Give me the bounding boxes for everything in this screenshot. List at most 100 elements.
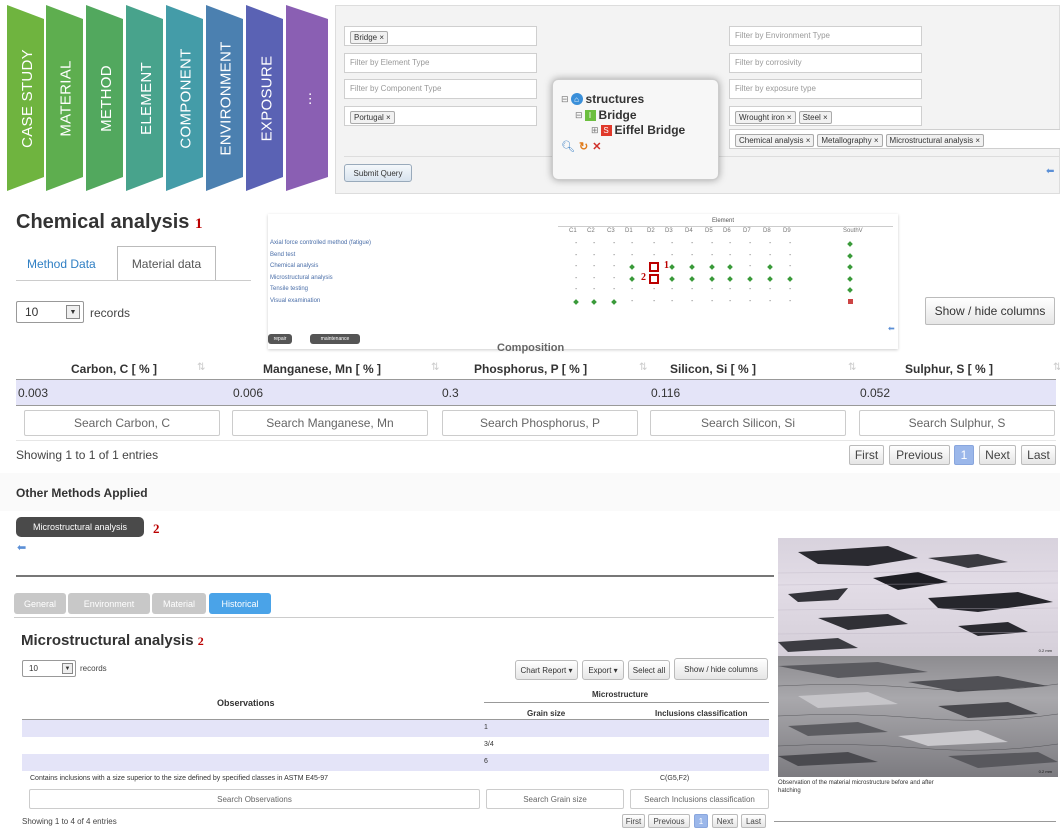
chart-report-button[interactable]: Chart Report ▾ — [515, 660, 578, 680]
matrix-row-label[interactable]: Tensile testing — [270, 286, 308, 292]
tab-historical[interactable]: Historical — [209, 593, 271, 614]
search-column-input[interactable]: Search Silicon, Si — [650, 410, 846, 436]
collapse-icon[interactable]: ⊟ — [561, 94, 569, 105]
pagination-next[interactable]: Next — [979, 445, 1016, 465]
tab-environment[interactable]: Environment — [68, 593, 150, 614]
matrix-row-label[interactable]: Chemical analysis — [270, 263, 318, 269]
flow-step-6[interactable]: ENVIRONMENT — [206, 5, 247, 191]
search-column-input[interactable]: Search Phosphorus, P — [442, 410, 638, 436]
result-available-icon[interactable] — [669, 264, 675, 270]
tab-material-data[interactable]: Material data — [117, 246, 216, 280]
sort-icon[interactable]: ⇅ — [1053, 362, 1060, 373]
component-filter[interactable]: Filter by Component Type — [344, 79, 537, 99]
tree-eiffel-bridge-label[interactable]: Eiffel Bridge — [615, 123, 686, 137]
selected-result-icon[interactable]: 1 — [649, 260, 669, 272]
flow-step-7[interactable]: EXPOSURE — [246, 5, 287, 191]
pagination-previous[interactable]: Previous — [889, 445, 950, 465]
search-column-input[interactable]: Search Sulphur, S — [859, 410, 1055, 436]
matrix-row-label[interactable]: Axial force controlled method (fatigue) — [270, 240, 371, 246]
tab-material[interactable]: Material — [152, 593, 206, 614]
repair-button[interactable]: repair — [268, 334, 292, 344]
flow-step-5[interactable]: COMPONENT — [166, 5, 207, 191]
corrosivity-filter[interactable]: Filter by corrosivity — [729, 53, 922, 73]
matrix-row-label[interactable]: Bend test — [270, 252, 295, 258]
tree-root-label[interactable]: structures — [586, 92, 645, 106]
matrix-row-label[interactable]: Visual examination — [270, 298, 320, 304]
export-button[interactable]: Export ▾ — [582, 660, 624, 680]
result-available-icon[interactable] — [573, 298, 579, 305]
element-filter[interactable]: Filter by Element Type — [344, 53, 537, 73]
pagination-last[interactable]: Last — [1021, 445, 1056, 465]
sort-icon[interactable]: ⇅ — [197, 362, 205, 373]
tree-bridge-label[interactable]: Bridge — [599, 108, 637, 122]
refresh-icon[interactable]: ↻ — [579, 140, 588, 153]
column-header[interactable]: Manganese, Mn [ % ] — [263, 362, 381, 376]
pagination-page-1[interactable]: 1 — [694, 814, 708, 828]
show-hide-columns-button[interactable]: Show / hide columns — [674, 658, 768, 680]
result-available-icon[interactable] — [847, 264, 853, 270]
result-available-icon[interactable] — [767, 275, 773, 282]
sort-icon[interactable]: ⇅ — [431, 362, 439, 373]
pagination-next[interactable]: Next — [712, 814, 738, 828]
records-select[interactable]: 10 ▼ — [16, 301, 84, 323]
method-filter[interactable]: Chemical analysis × Metallography × Micros… — [729, 129, 1060, 149]
material-filter[interactable]: Wrought iron × Steel × — [729, 106, 922, 126]
search-column-input[interactable]: Search Manganese, Mn — [232, 410, 428, 436]
selected-result-icon[interactable]: 2 — [641, 272, 659, 284]
show-hide-columns-button[interactable]: Show / hide columns — [925, 297, 1055, 325]
pagination-first[interactable]: First — [622, 814, 645, 828]
tab-general[interactable]: General — [14, 593, 66, 614]
column-header[interactable]: Sulphur, S [ % ] — [905, 362, 993, 376]
search-icon[interactable]: 🔍︎ — [561, 140, 575, 153]
pagination-previous[interactable]: Previous — [648, 814, 690, 828]
tab-method-data[interactable]: Method Data — [27, 257, 96, 271]
search-grain-size[interactable]: Search Grain size — [486, 789, 624, 809]
back-arrow-icon[interactable]: ⬅ — [1046, 166, 1054, 177]
sort-icon[interactable]: ⇅ — [639, 362, 647, 373]
result-available-icon[interactable] — [709, 264, 715, 270]
result-available-icon[interactable] — [847, 252, 853, 259]
back-arrow-icon[interactable]: ⬅ — [888, 324, 895, 333]
result-available-icon[interactable] — [611, 298, 617, 305]
pagination-first[interactable]: First — [849, 445, 884, 465]
column-header[interactable]: Silicon, Si [ % ] — [670, 362, 756, 376]
result-available-icon[interactable] — [847, 287, 853, 293]
pagination-page-1[interactable]: 1 — [954, 445, 974, 465]
result-available-icon[interactable] — [629, 275, 635, 282]
flow-step-2[interactable]: MATERIAL — [46, 5, 87, 191]
result-available-icon[interactable] — [787, 275, 793, 282]
collapse-icon[interactable]: ⊟ — [575, 110, 583, 121]
maintenance-button[interactable]: maintenance — [310, 334, 360, 344]
result-available-icon[interactable] — [727, 264, 733, 270]
select-all-button[interactable]: Select all — [628, 660, 670, 680]
sort-icon[interactable]: ⇅ — [848, 362, 856, 373]
flow-step-8[interactable]: ... — [286, 5, 328, 191]
result-available-icon[interactable] — [847, 275, 853, 282]
expand-icon[interactable]: ⊞ — [591, 125, 599, 136]
exposure-filter[interactable]: Filter by exposure type — [729, 79, 922, 99]
result-available-icon[interactable] — [689, 264, 695, 270]
structure-filter[interactable]: Bridge × — [344, 26, 537, 46]
submit-query-button[interactable]: Submit Query — [344, 164, 412, 182]
column-header-grain-size[interactable]: Grain size — [527, 709, 565, 718]
result-available-icon[interactable] — [727, 275, 733, 282]
records-select[interactable]: 10 ▼ — [22, 660, 76, 677]
flow-step-1[interactable]: CASE STUDY — [7, 5, 48, 191]
search-observations[interactable]: Search Observations — [29, 789, 480, 809]
flow-step-3[interactable]: METHOD — [86, 5, 127, 191]
back-arrow-icon[interactable]: ⬅ — [17, 541, 26, 554]
column-header-observations[interactable]: Observations — [217, 698, 275, 708]
country-filter[interactable]: Portugal × — [344, 106, 537, 126]
matrix-row-label[interactable]: Microstructural analysis — [270, 275, 333, 281]
pagination-last[interactable]: Last — [741, 814, 766, 828]
result-available-icon[interactable] — [847, 241, 853, 247]
delete-icon[interactable]: ✕ — [592, 140, 601, 153]
result-available-icon[interactable] — [629, 264, 635, 270]
column-header-inclusions[interactable]: Inclusions classification — [655, 709, 747, 718]
search-inclusions[interactable]: Search Inclusions classification — [630, 789, 769, 809]
result-available-icon[interactable] — [747, 275, 753, 282]
result-available-icon[interactable] — [709, 275, 715, 282]
result-available-icon[interactable] — [767, 264, 773, 270]
result-available-icon[interactable] — [591, 298, 597, 305]
result-available-icon[interactable] — [689, 275, 695, 282]
